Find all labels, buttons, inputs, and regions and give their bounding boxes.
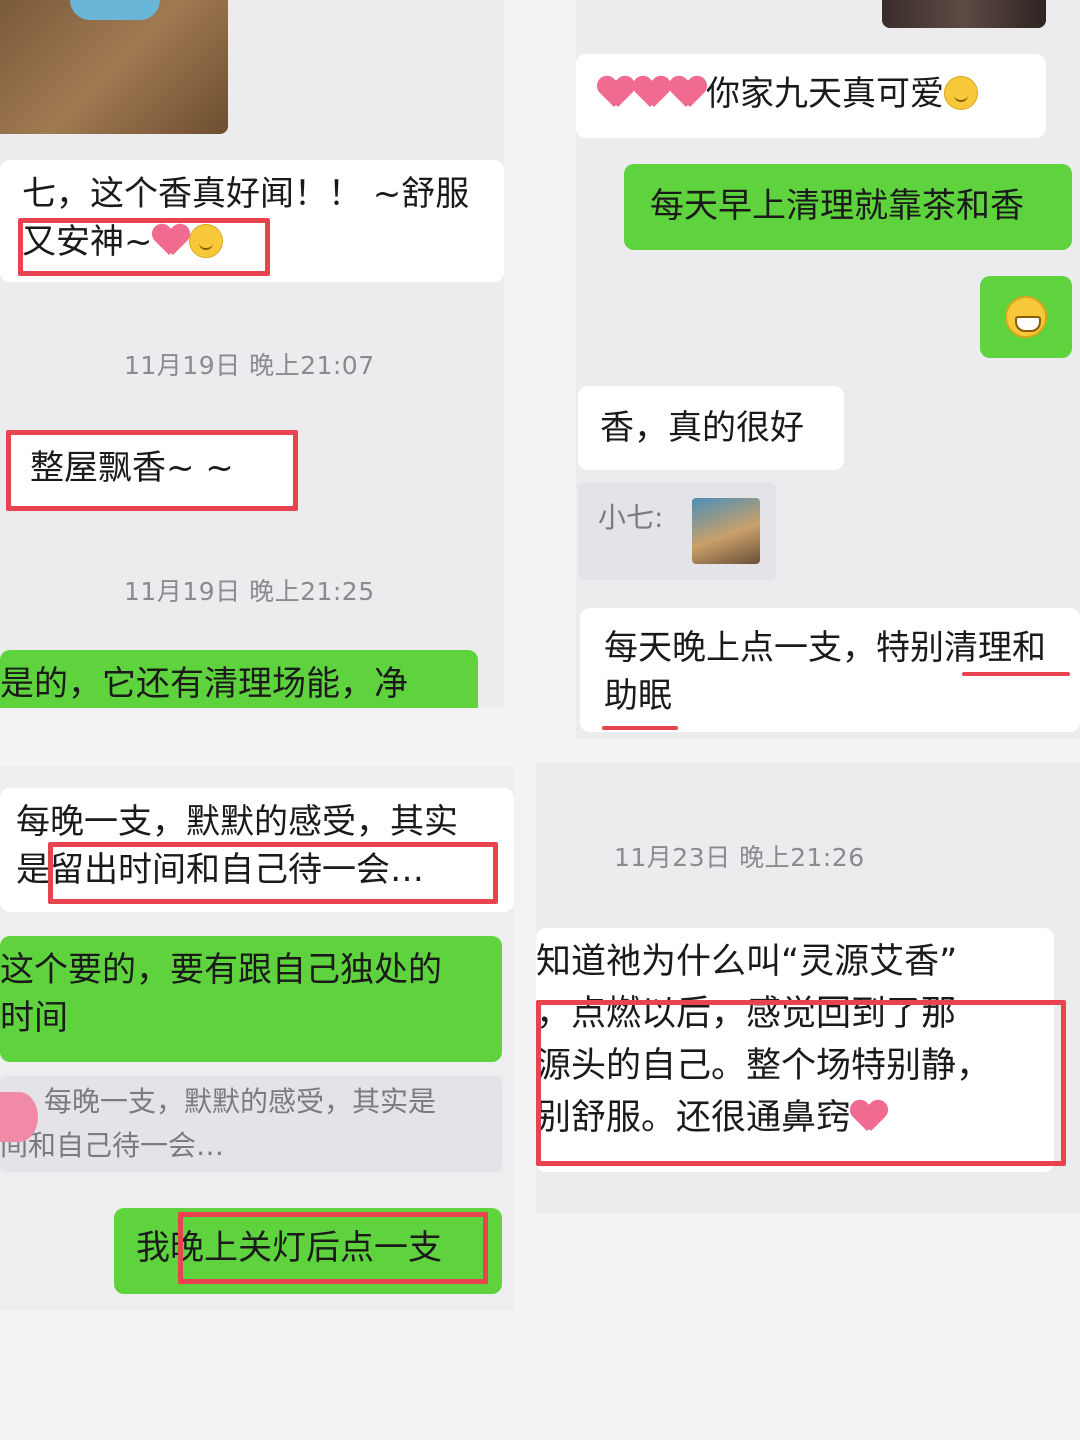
photo-thumbnail[interactable] (0, 0, 228, 134)
left-top-panel: 七，这个香真好闻！！ ~舒服 又安神~ 11月19日 晚上21:07 整屋飘香~… (0, 0, 504, 708)
message-text: 每晚一支，默默的感受，其实 (16, 802, 458, 842)
message-bubble: 你家九天真可爱 (576, 54, 1046, 138)
highlight-box (18, 218, 270, 276)
quote-text-line2: 间和自己待一会… (0, 1129, 225, 1162)
quote-sender: 小七: (598, 501, 664, 534)
heart-emoji-icon (634, 77, 670, 109)
sent-message-bubble: 每天早上清理就靠茶和香 (624, 164, 1072, 250)
highlight-underline (962, 672, 1070, 676)
right-top-panel: 你家九天真可爱 每天早上清理就靠茶和香 香，真的很好 小七: 每天晚上点一支，特… (576, 0, 1080, 738)
message-text: 知道祂为什么叫“灵源艾香” (536, 942, 958, 982)
message-text: 香，真的很好 (600, 408, 804, 448)
highlight-box (536, 1000, 1066, 1166)
message-text: 每天晚上点一支，特别清理和 (604, 628, 1046, 668)
right-bottom-panel: 11月23日 晚上21:26 知道祂为什么叫“灵源艾香” ，点燃以后，感觉回到了… (536, 762, 1080, 1214)
grin-emoji-icon (1005, 296, 1047, 338)
sent-message-bubble (980, 276, 1072, 358)
left-bottom-panel: 每晚一支，默默的感受，其实 是留出时间和自己待一会… 这个要的，要有跟自己独处的… (0, 766, 514, 1310)
sent-message-bubble: 这个要的，要有跟自己独处的 时间 (0, 936, 502, 1062)
message-text: 七，这个香真好闻！！ ~舒服 (22, 174, 470, 214)
message-text: 这个要的，要有跟自己独处的 (0, 950, 442, 990)
message-text-line2: 时间 (0, 998, 68, 1038)
message-text: 每天早上清理就靠茶和香 (650, 186, 1024, 226)
quoted-message[interactable]: 每晚一支，默默的感受，其实是 间和自己待一会… (0, 1076, 502, 1172)
quote-avatar (0, 1092, 38, 1142)
heart-emoji-icon (598, 77, 634, 109)
quoted-message[interactable]: 小七: (578, 482, 776, 580)
quote-image-thumbnail[interactable] (692, 498, 760, 564)
smile-emoji-icon (944, 76, 978, 110)
message-bubble: 香，真的很好 (578, 386, 844, 470)
sent-message-bubble: 是的，它还有清理场能，净化， (0, 650, 478, 708)
message-bubble: 每天晚上点一支，特别清理和 助眠 (580, 608, 1080, 732)
highlight-box (178, 1212, 488, 1284)
timestamp: 11月23日 晚上21:26 (614, 843, 865, 872)
highlight-underline (602, 726, 678, 730)
heart-emoji-icon (670, 77, 706, 109)
highlight-box (48, 842, 498, 904)
message-text: 是的，它还有清理场能，净化， (0, 664, 408, 704)
timestamp: 11月19日 晚上21:25 (124, 577, 375, 606)
message-text: 你家九天真可爱 (706, 74, 944, 114)
message-text-line2: 助眠 (604, 676, 672, 716)
highlight-box (6, 430, 298, 511)
timestamp: 11月19日 晚上21:07 (124, 351, 375, 380)
photo-thumbnail[interactable] (882, 0, 1046, 28)
quote-text: 每晚一支，默默的感受，其实是 (44, 1085, 437, 1118)
